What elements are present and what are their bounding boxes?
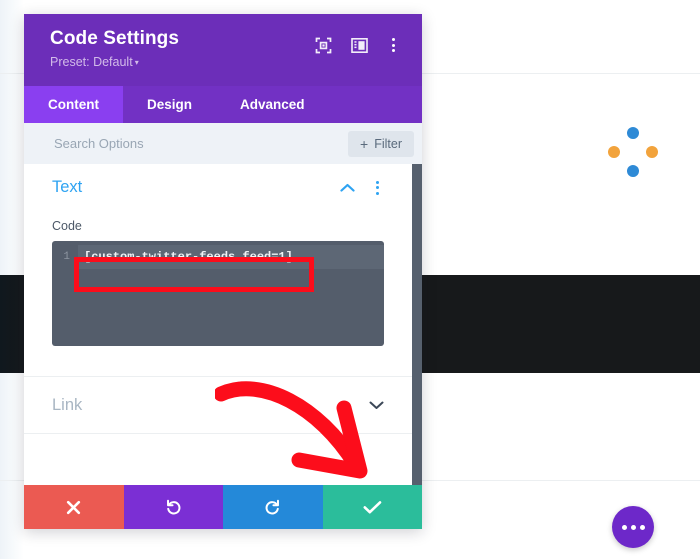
section-link-title: Link (52, 395, 83, 414)
section-text: Text Code 1 [custom-twitter-feeds feed=1… (24, 164, 412, 346)
menu-dot (376, 180, 379, 184)
modal-header-titles: Code Settings Preset: Default ▾ (50, 28, 179, 73)
overflow-menu-icon[interactable] (387, 36, 400, 54)
code-field-label: Code (52, 219, 82, 233)
menu-dot (376, 186, 379, 189)
section-link-header[interactable]: Link (52, 377, 384, 433)
code-editor[interactable]: 1 [custom-twitter-feeds feed=1] (52, 241, 384, 346)
section-text-title: Text (52, 178, 83, 196)
code-line-number: 1 (63, 251, 70, 263)
page-title: Code Settings (50, 27, 180, 49)
menu-dot (392, 49, 395, 52)
section-text-overflow-menu-icon[interactable] (371, 179, 384, 197)
redo-button[interactable] (223, 485, 323, 529)
tab-content[interactable]: Content (24, 86, 123, 123)
spinner-dot-right (646, 146, 658, 158)
tab-design[interactable]: Design (123, 86, 216, 123)
preset-selector[interactable]: Preset: Default ▾ (50, 53, 179, 73)
menu-dot (392, 38, 395, 41)
code-content: [custom-twitter-feeds feed=1] (84, 250, 293, 264)
modal-tabs: Content Design Advanced (24, 86, 422, 123)
modal-header-actions (315, 36, 400, 54)
panel-layout-icon[interactable] (351, 37, 368, 54)
chevron-down-icon: ▾ (134, 57, 139, 67)
menu-dot (392, 43, 395, 47)
section-text-actions (340, 179, 384, 197)
filter-button-label: Filter (374, 136, 402, 151)
ellipsis-horizontal-icon (621, 524, 627, 530)
spinner-dot-left (608, 146, 620, 158)
spinner-dot-top (627, 127, 639, 139)
cancel-button[interactable] (24, 485, 124, 529)
tab-advanced[interactable]: Advanced (216, 86, 329, 123)
modal-header: Code Settings Preset: Default ▾ (24, 14, 422, 86)
plus-icon: + (360, 135, 369, 152)
undo-arrow-icon (166, 499, 181, 514)
loading-spinner (608, 127, 658, 177)
undo-button[interactable] (123, 485, 223, 529)
filter-button[interactable]: + Filter (348, 130, 414, 157)
modal-footer (24, 485, 422, 529)
chevron-down-icon[interactable] (369, 400, 384, 410)
modal-scrollbar-thumb[interactable] (412, 164, 422, 396)
code-editor-line: 1 [custom-twitter-feeds feed=1] (52, 245, 384, 269)
save-button[interactable] (322, 485, 422, 529)
search-options-bar: + Filter (24, 123, 422, 164)
spinner-dot-bottom (627, 165, 639, 177)
ellipsis-horizontal-icon (630, 524, 636, 530)
code-active-line: [custom-twitter-feeds feed=1] (78, 245, 384, 269)
preset-label: Preset: Default (50, 54, 133, 69)
close-x-icon (67, 500, 81, 514)
ellipsis-horizontal-icon (639, 524, 645, 530)
section-link-actions (369, 400, 384, 410)
section-divider (24, 433, 412, 434)
chevron-up-icon[interactable] (340, 183, 355, 193)
code-settings-modal: Code Settings Preset: Default ▾ Content … (24, 14, 422, 529)
focus-target-icon[interactable] (315, 37, 332, 54)
more-options-fab[interactable] (612, 506, 654, 548)
section-text-header[interactable]: Text (52, 164, 384, 211)
redo-arrow-icon (265, 499, 280, 514)
search-input[interactable] (52, 135, 349, 152)
section-link: Link (24, 377, 412, 433)
menu-dot (376, 191, 379, 195)
checkmark-icon (363, 500, 382, 513)
modal-body-scroll: Text Code 1 [custom-twitter-feeds feed=1… (24, 164, 412, 485)
modal-scrollbar[interactable] (412, 164, 422, 485)
modal-body: Text Code 1 [custom-twitter-feeds feed=1… (24, 164, 422, 485)
